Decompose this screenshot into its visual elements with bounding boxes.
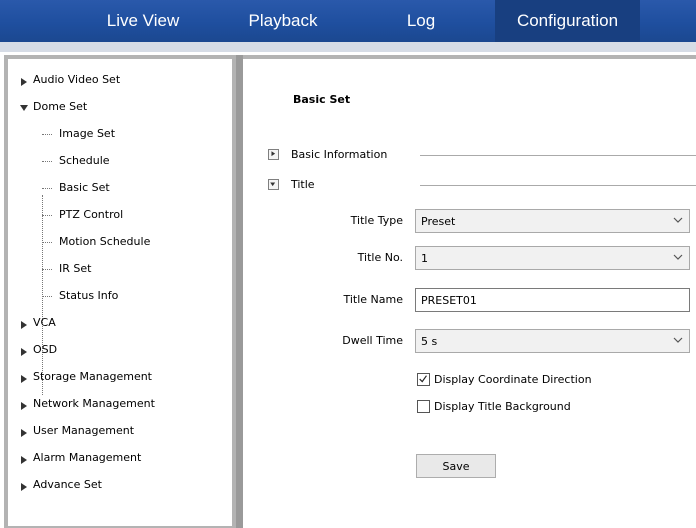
triangle-right-icon[interactable] <box>20 401 28 411</box>
top-navigation: Live View Playback Log Configuration <box>0 0 696 42</box>
title-name-row: Title Name <box>243 288 696 312</box>
title-type-value: Preset <box>421 215 456 228</box>
checkbox-box[interactable] <box>417 400 430 413</box>
sidebar-item-label: User Management <box>33 424 135 437</box>
sidebar-item-label: Schedule <box>59 154 110 167</box>
tree-connector <box>42 134 52 135</box>
chevron-down-icon <box>673 217 683 223</box>
sidebar-item-image-set[interactable]: Image Set <box>20 127 225 154</box>
triangle-right-icon[interactable] <box>20 428 28 438</box>
title-no-select[interactable]: 1 <box>415 246 690 270</box>
checkmark-icon <box>419 375 427 383</box>
triangle-right-icon <box>271 151 276 157</box>
dwell-time-value: 5 s <box>421 335 438 348</box>
checkbox-box[interactable] <box>417 373 430 386</box>
tree-connector <box>42 296 52 297</box>
nav-separator-strip <box>0 42 696 52</box>
section-divider-line <box>420 185 696 186</box>
sidebar-tree: Audio Video Set Dome Set Image Set Sched… <box>20 73 225 505</box>
sidebar-item-label: Advance Set <box>33 478 102 491</box>
tab-playback[interactable]: Playback <box>238 0 328 42</box>
sidebar-item-status-info[interactable]: Status Info <box>20 289 225 316</box>
tree-connector <box>42 269 52 270</box>
sidebar-item-label: PTZ Control <box>59 208 124 221</box>
sidebar-item-label: OSD <box>33 343 58 356</box>
tree-connector <box>42 242 52 243</box>
title-type-select[interactable]: Preset <box>415 209 690 233</box>
sidebar-item-label: Network Management <box>33 397 155 410</box>
sidebar-item-motion-schedule[interactable]: Motion Schedule <box>20 235 225 262</box>
section-title[interactable]: Title <box>268 178 696 193</box>
expand-button[interactable] <box>268 149 279 160</box>
page-title: Basic Set <box>293 93 351 106</box>
sidebar-item-label: VCA <box>33 316 56 329</box>
tab-log[interactable]: Log <box>366 0 476 42</box>
dwell-time-row: Dwell Time 5 s <box>243 329 696 353</box>
tab-live-view[interactable]: Live View <box>74 0 212 42</box>
sidebar-item-osd[interactable]: OSD <box>20 343 225 370</box>
sidebar-item-advance-set[interactable]: Advance Set <box>20 478 225 505</box>
sidebar-item-dome-set[interactable]: Dome Set <box>20 100 225 127</box>
chevron-down-icon <box>673 254 683 260</box>
sidebar-item-label: Dome Set <box>33 100 88 113</box>
triangle-right-icon[interactable] <box>20 455 28 465</box>
sidebar-item-schedule[interactable]: Schedule <box>20 154 225 181</box>
sidebar-item-network-management[interactable]: Network Management <box>20 397 225 424</box>
main-panel: Basic Set Basic Information Title Title … <box>243 55 696 528</box>
section-label: Title <box>291 178 315 191</box>
panel-divider[interactable] <box>236 55 243 528</box>
triangle-down-icon <box>270 182 276 187</box>
triangle-right-icon[interactable] <box>20 77 28 87</box>
section-divider-line <box>420 155 696 156</box>
section-label: Basic Information <box>291 148 388 161</box>
triangle-right-icon[interactable] <box>20 347 28 357</box>
dwell-time-label: Dwell Time <box>342 334 403 347</box>
sidebar: Audio Video Set Dome Set Image Set Sched… <box>4 55 236 528</box>
tree-connector <box>42 215 52 216</box>
triangle-down-icon[interactable] <box>19 104 29 112</box>
sidebar-item-ir-set[interactable]: IR Set <box>20 262 225 289</box>
sidebar-item-label: Basic Set <box>59 181 110 194</box>
sidebar-item-alarm-management[interactable]: Alarm Management <box>20 451 225 478</box>
title-no-row: Title No. 1 <box>243 246 696 270</box>
title-name-input[interactable] <box>415 288 690 312</box>
tab-configuration[interactable]: Configuration <box>495 0 640 42</box>
sidebar-item-label: IR Set <box>59 262 92 275</box>
sidebar-item-label: Status Info <box>59 289 119 302</box>
title-type-row: Title Type Preset <box>243 209 696 233</box>
checkbox-label: Display Title Background <box>434 400 571 413</box>
collapse-button[interactable] <box>268 179 279 190</box>
title-no-value: 1 <box>421 252 428 265</box>
title-type-label: Title Type <box>350 214 403 227</box>
sidebar-item-basic-set[interactable]: Basic Set <box>20 181 225 208</box>
sidebar-item-label: Alarm Management <box>33 451 142 464</box>
sidebar-item-storage-management[interactable]: Storage Management <box>20 370 225 397</box>
sidebar-item-label: Image Set <box>59 127 116 140</box>
sidebar-item-label: Audio Video Set <box>33 73 121 86</box>
title-no-label: Title No. <box>357 251 403 264</box>
sidebar-item-ptz-control[interactable]: PTZ Control <box>20 208 225 235</box>
sidebar-item-label: Storage Management <box>33 370 152 383</box>
save-button[interactable]: Save <box>416 454 496 478</box>
triangle-right-icon[interactable] <box>20 374 28 384</box>
tree-connector <box>42 188 52 189</box>
section-basic-information[interactable]: Basic Information <box>268 148 696 163</box>
chevron-down-icon <box>673 337 683 343</box>
tree-connector <box>42 161 52 162</box>
sidebar-item-audio-video-set[interactable]: Audio Video Set <box>20 73 225 100</box>
title-name-label: Title Name <box>343 293 403 306</box>
dwell-time-select[interactable]: 5 s <box>415 329 690 353</box>
sidebar-item-label: Motion Schedule <box>59 235 151 248</box>
triangle-right-icon[interactable] <box>20 320 28 330</box>
triangle-right-icon[interactable] <box>20 482 28 492</box>
checkbox-label: Display Coordinate Direction <box>434 373 592 386</box>
sidebar-item-user-management[interactable]: User Management <box>20 424 225 451</box>
sidebar-item-vca[interactable]: VCA <box>20 316 225 343</box>
